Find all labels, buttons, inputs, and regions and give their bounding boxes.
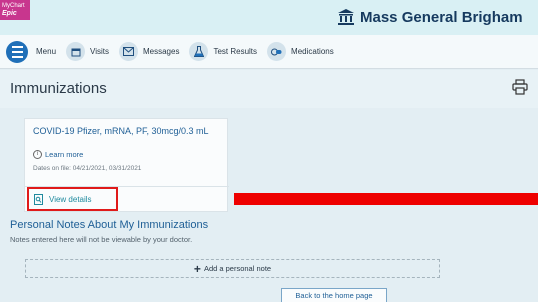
view-details-button[interactable]: View details xyxy=(27,187,118,211)
learn-more-label: Learn more xyxy=(45,150,84,159)
flask-icon xyxy=(189,42,209,61)
top-banner: MyChart Epic Mass General Brigham xyxy=(0,0,538,35)
back-home-button[interactable]: Back to the home page xyxy=(281,288,387,302)
brand-name: Mass General Brigham xyxy=(360,8,523,26)
document-search-icon xyxy=(34,193,43,205)
nav-item-messages[interactable]: Messages xyxy=(118,42,180,61)
nav-item-label: Test Results xyxy=(213,47,258,56)
learn-more-link[interactable]: i Learn more xyxy=(33,150,83,159)
notes-subtext: Notes entered here will not be viewable … xyxy=(10,235,193,244)
view-details-label: View details xyxy=(49,194,92,204)
add-note-button[interactable]: + Add a personal note xyxy=(25,259,440,278)
nav-item-label: Medications xyxy=(291,47,334,56)
immunization-name[interactable]: COVID-19 Pfizer, mRNA, PF, 30mcg/0.3 mL xyxy=(33,126,225,137)
nav-item-menu[interactable]: Menu xyxy=(36,47,56,56)
nav-item-visits[interactable]: Visits xyxy=(66,42,109,61)
pills-icon xyxy=(267,42,287,61)
plus-icon: + xyxy=(193,261,201,276)
logo-text-mychart: MyChart xyxy=(2,3,25,9)
add-note-label: Add a personal note xyxy=(203,264,272,273)
dates-on-file: Dates on file: 04/21/2021, 03/31/2021 xyxy=(33,165,142,172)
nav-item-test-results[interactable]: Test Results xyxy=(189,42,257,61)
nav-item-label: Visits xyxy=(90,47,109,56)
red-highlight-bar xyxy=(234,193,538,205)
mychart-logo[interactable]: MyChart Epic xyxy=(0,0,30,20)
nav-item-label: Menu xyxy=(36,47,57,56)
hamburger-icon[interactable] xyxy=(6,40,28,63)
building-icon xyxy=(338,9,354,25)
calendar-icon xyxy=(66,42,86,61)
printer-icon[interactable] xyxy=(512,79,528,100)
logo-text-epic: Epic xyxy=(2,10,17,17)
notes-heading: Personal Notes About My Immunizations xyxy=(10,219,209,231)
envelope-icon xyxy=(118,42,138,61)
page-title: Immunizations xyxy=(10,80,107,97)
brand[interactable]: Mass General Brigham xyxy=(337,6,523,28)
info-icon: i xyxy=(33,150,42,159)
nav-bar: Menu Visits Messages Test Results Medica… xyxy=(0,35,538,69)
nav-item-medications[interactable]: Medications xyxy=(267,42,334,61)
nav-item-label: Messages xyxy=(142,47,180,56)
